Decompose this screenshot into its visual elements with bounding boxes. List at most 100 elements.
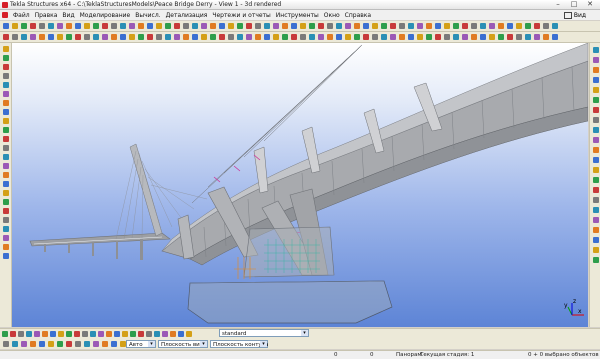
- render-icon[interactable]: [273, 34, 279, 40]
- save-icon[interactable]: [417, 23, 423, 29]
- measure-icon[interactable]: [93, 341, 99, 347]
- menu-detailing[interactable]: Детализация: [166, 12, 208, 19]
- undo-icon[interactable]: [399, 34, 405, 40]
- redo-icon[interactable]: [2, 73, 9, 79]
- bolt-icon[interactable]: [543, 34, 549, 40]
- save-icon[interactable]: [2, 331, 8, 337]
- close-icon[interactable]: ✕: [582, 0, 598, 9]
- open-icon[interactable]: [183, 34, 189, 40]
- save-icon[interactable]: [2, 253, 9, 259]
- delete-icon[interactable]: [66, 23, 72, 29]
- move-icon[interactable]: [426, 34, 432, 40]
- rotate-icon[interactable]: [58, 331, 64, 337]
- zoom-icon[interactable]: [2, 109, 9, 115]
- new-icon[interactable]: [399, 23, 405, 29]
- bolt-icon[interactable]: [372, 23, 378, 29]
- menu-view[interactable]: Вид: [62, 12, 74, 19]
- select-icon[interactable]: [489, 34, 495, 40]
- move-icon[interactable]: [255, 23, 261, 29]
- save-icon[interactable]: [192, 34, 198, 40]
- zoom-icon[interactable]: [471, 23, 477, 29]
- app-menu-icon[interactable]: [2, 12, 8, 18]
- save-icon[interactable]: [2, 55, 9, 61]
- rotate-icon[interactable]: [2, 118, 9, 124]
- pan-icon[interactable]: [66, 331, 72, 337]
- undo-icon[interactable]: [186, 331, 192, 337]
- zoom-icon[interactable]: [39, 341, 45, 347]
- beam-icon[interactable]: [592, 157, 599, 163]
- rotate-icon[interactable]: [282, 23, 288, 29]
- new-icon[interactable]: [201, 23, 207, 29]
- weld-icon[interactable]: [552, 34, 558, 40]
- snap-icon[interactable]: [111, 23, 117, 29]
- undo-icon[interactable]: [2, 64, 9, 70]
- render-icon[interactable]: [471, 34, 477, 40]
- delete-icon[interactable]: [2, 100, 9, 106]
- zoom-icon[interactable]: [50, 331, 56, 337]
- select-icon[interactable]: [516, 23, 522, 29]
- measure-icon[interactable]: [102, 34, 108, 40]
- bolt-icon[interactable]: [592, 187, 599, 193]
- select-icon[interactable]: [318, 23, 324, 29]
- maximize-icon[interactable]: □: [566, 0, 582, 9]
- open-icon[interactable]: [210, 23, 216, 29]
- delete-icon[interactable]: [462, 23, 468, 29]
- properties-icon[interactable]: [165, 34, 171, 40]
- copy-icon[interactable]: [48, 23, 54, 29]
- plate-icon[interactable]: [336, 34, 342, 40]
- beam-icon[interactable]: [111, 341, 117, 347]
- select-icon[interactable]: [592, 127, 599, 133]
- menu-window[interactable]: Окно: [324, 12, 340, 19]
- open-icon[interactable]: [592, 227, 599, 233]
- chevron-down-icon[interactable]: ▾: [301, 330, 308, 336]
- render-icon[interactable]: [74, 331, 80, 337]
- grid-icon[interactable]: [507, 34, 513, 40]
- snap-icon[interactable]: [592, 117, 599, 123]
- delete-icon[interactable]: [264, 23, 270, 29]
- delete-icon[interactable]: [435, 34, 441, 40]
- column-icon[interactable]: [327, 34, 333, 40]
- column-icon[interactable]: [129, 34, 135, 40]
- measure-icon[interactable]: [498, 34, 504, 40]
- pan-icon[interactable]: [66, 34, 72, 40]
- snap-icon[interactable]: [82, 331, 88, 337]
- measure-icon[interactable]: [2, 163, 9, 169]
- delete-icon[interactable]: [42, 331, 48, 337]
- beam-icon[interactable]: [345, 23, 351, 29]
- new-icon[interactable]: [592, 217, 599, 223]
- rotate-icon[interactable]: [57, 34, 63, 40]
- menu-help[interactable]: Справка: [345, 12, 371, 19]
- copy-icon[interactable]: [417, 34, 423, 40]
- grid-icon[interactable]: [106, 331, 112, 337]
- zoom-icon[interactable]: [246, 34, 252, 40]
- measure-icon[interactable]: [300, 34, 306, 40]
- zoom-icon[interactable]: [75, 23, 81, 29]
- open-icon[interactable]: [381, 34, 387, 40]
- weld-icon[interactable]: [2, 217, 9, 223]
- copy-icon[interactable]: [592, 47, 599, 53]
- select-icon[interactable]: [93, 34, 99, 40]
- column-icon[interactable]: [156, 23, 162, 29]
- undo-icon[interactable]: [3, 34, 9, 40]
- redo-icon[interactable]: [592, 257, 599, 263]
- rotate-icon[interactable]: [255, 34, 261, 40]
- pan-icon[interactable]: [291, 23, 297, 29]
- snap-icon[interactable]: [84, 34, 90, 40]
- rotate-icon[interactable]: [48, 341, 54, 347]
- view-tab[interactable]: Вид: [563, 10, 586, 20]
- rotate-icon[interactable]: [480, 23, 486, 29]
- properties-icon[interactable]: [390, 23, 396, 29]
- column-icon[interactable]: [122, 331, 128, 337]
- grid-icon[interactable]: [592, 147, 599, 153]
- weld-icon[interactable]: [592, 197, 599, 203]
- snap-icon[interactable]: [2, 145, 9, 151]
- select-icon[interactable]: [2, 154, 9, 160]
- move-icon[interactable]: [30, 34, 36, 40]
- select-icon[interactable]: [120, 23, 126, 29]
- chevron-down-icon[interactable]: ▾: [260, 341, 267, 347]
- new-icon[interactable]: [2, 235, 9, 241]
- column-icon[interactable]: [2, 190, 9, 196]
- new-icon[interactable]: [174, 34, 180, 40]
- redo-icon[interactable]: [12, 34, 18, 40]
- snap-icon[interactable]: [75, 341, 81, 347]
